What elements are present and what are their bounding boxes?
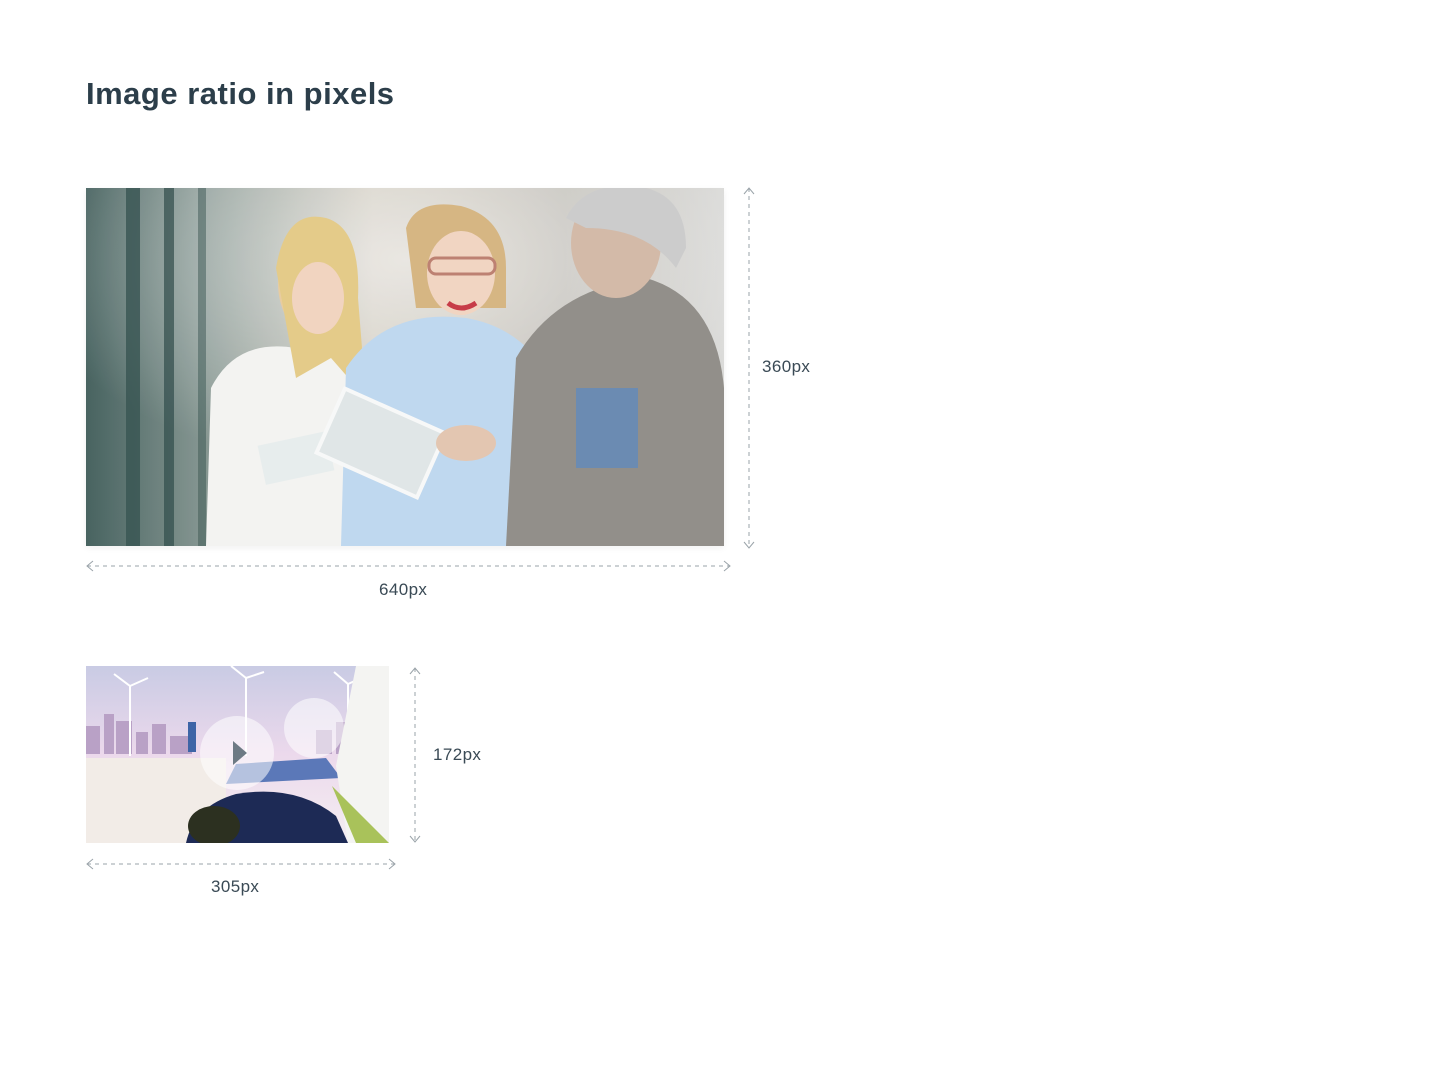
height-dimension-line-large [743,187,755,549]
height-dimension-line-small [409,667,421,843]
width-label-large: 640px [379,580,428,599]
play-button[interactable] [200,716,274,790]
height-label-large: 360px [762,357,811,376]
height-label-small: 172px [433,745,482,764]
page-title: Image ratio in pixels [86,76,395,111]
large-example-image [86,188,724,546]
width-dimension-line-small [86,858,396,870]
width-label-small: 305px [211,877,260,896]
width-dimension-line-large [86,560,731,572]
